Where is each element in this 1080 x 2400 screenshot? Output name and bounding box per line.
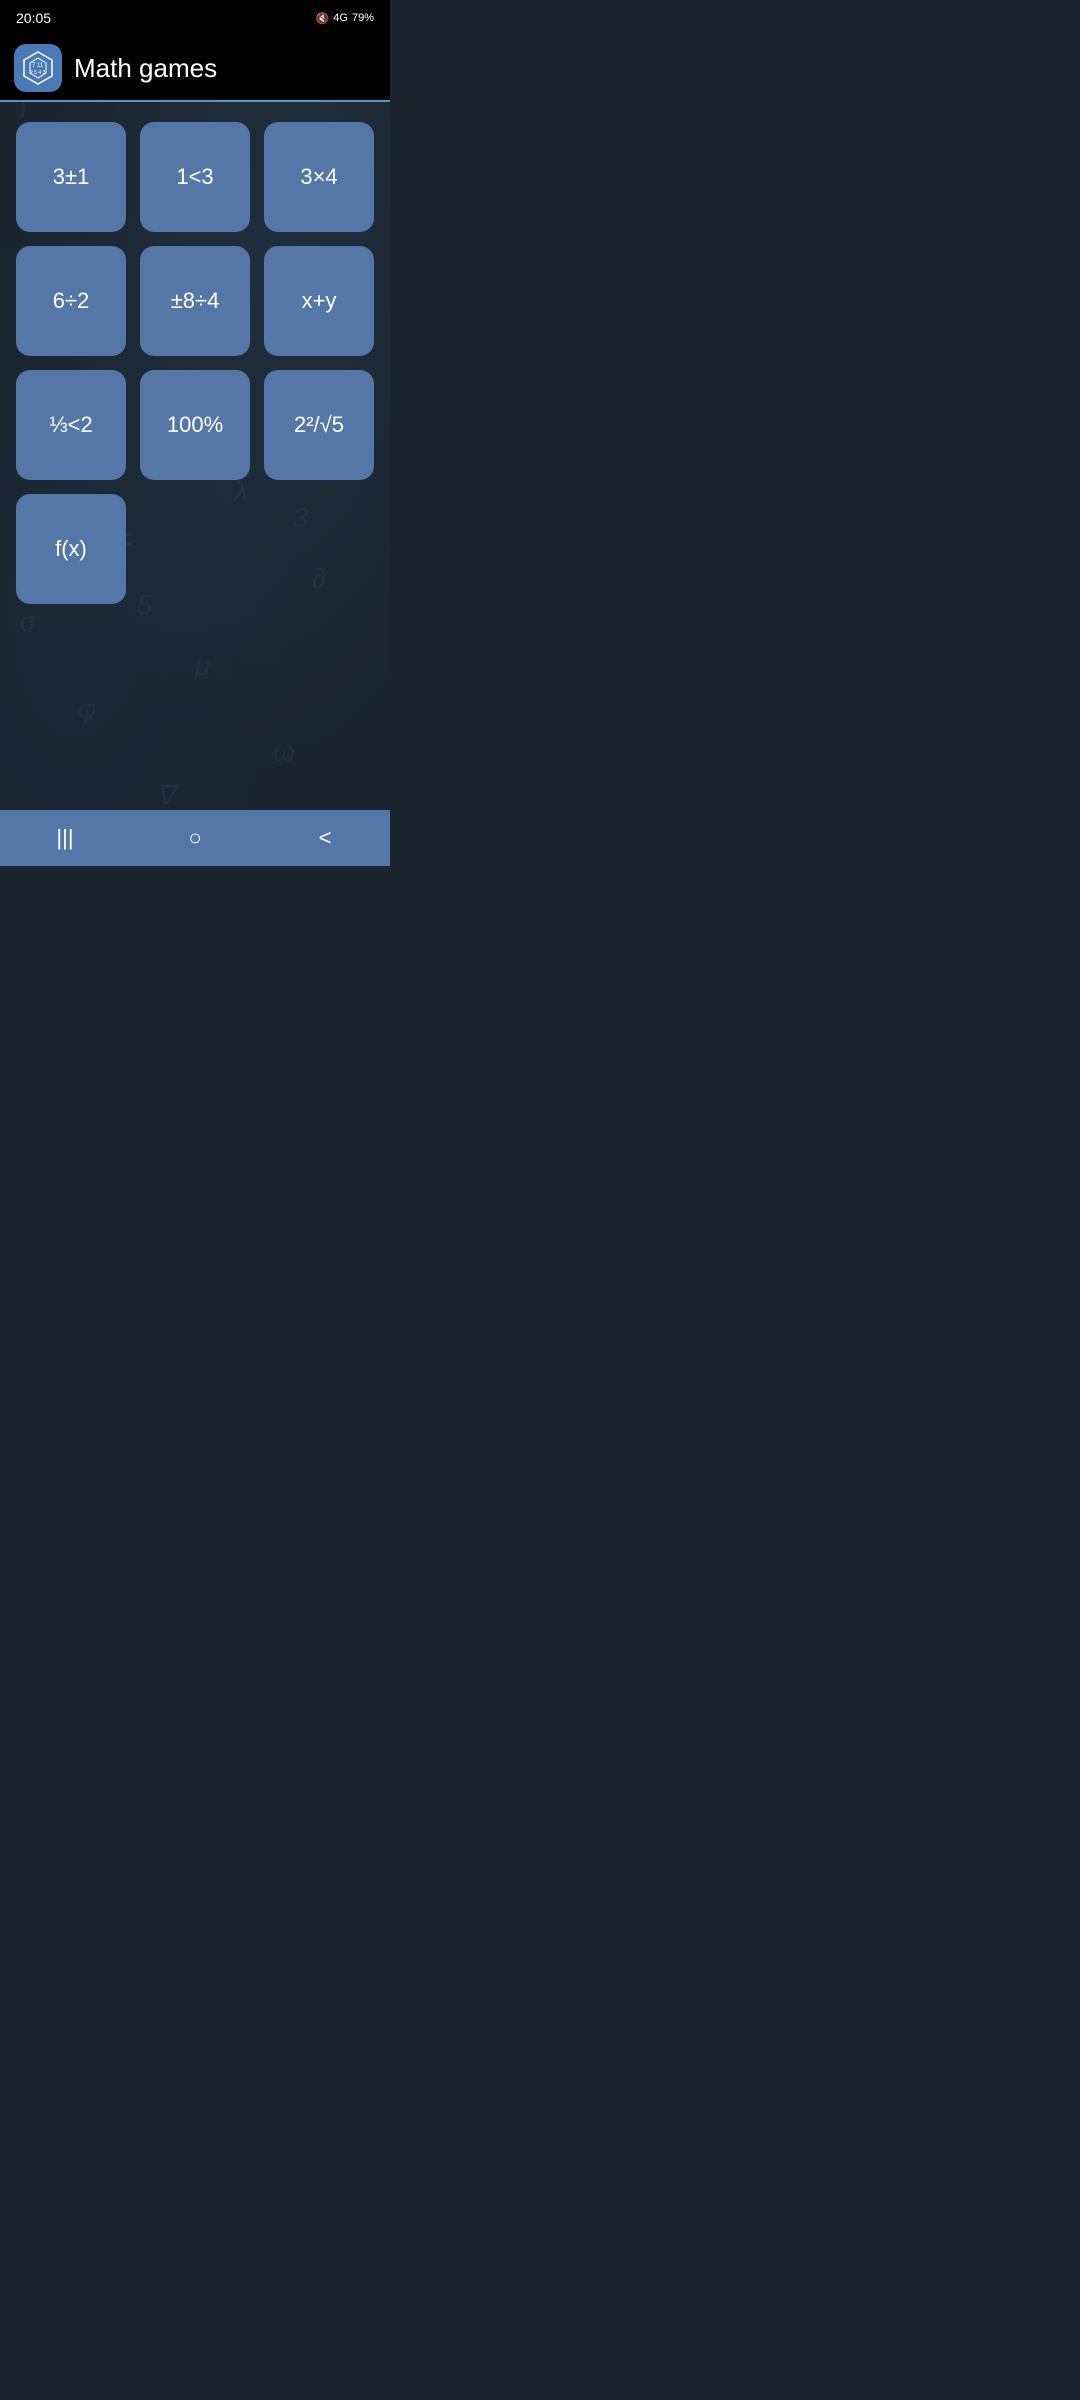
- card-multiply-label: 3×4: [300, 164, 337, 190]
- mute-icon: 🔇: [316, 12, 330, 25]
- svg-text:2 5 4 3: 2 5 4 3: [30, 70, 46, 76]
- card-multiply-card[interactable]: 3×4: [264, 122, 374, 232]
- card-pm-divide-card[interactable]: ±8÷4: [140, 246, 250, 356]
- svg-text:7 11: 7 11: [32, 63, 44, 69]
- card-percent-label: 100%: [167, 412, 223, 438]
- card-function-label: f(x): [55, 536, 87, 562]
- status-bar: 20:05 🔇 4G 79%: [0, 0, 390, 36]
- app-icon: 7 11 2 5 4 3: [14, 44, 62, 92]
- card-plus-minus-label: 3±1: [53, 164, 90, 190]
- card-fraction-card[interactable]: ⅓<2: [16, 370, 126, 480]
- card-fraction-label: ⅓<2: [49, 412, 92, 438]
- recent-apps-button[interactable]: |||: [35, 820, 95, 856]
- signal-label: 4G: [333, 12, 348, 24]
- main-content: 3±1 1<3 3×4 6÷2 ±8÷4 x+y ⅓<2 100% 2²/√5 f(x): [0, 102, 390, 810]
- card-divide-card[interactable]: 6÷2: [16, 246, 126, 356]
- card-less-than-card[interactable]: 1<3: [140, 122, 250, 232]
- app-title: Math games: [74, 53, 217, 84]
- card-function-card[interactable]: f(x): [16, 494, 126, 604]
- status-time: 20:05: [16, 10, 51, 26]
- back-button[interactable]: <: [295, 820, 355, 856]
- battery-label: 79%: [352, 12, 374, 24]
- card-power-root-card[interactable]: 2²/√5: [264, 370, 374, 480]
- card-percent-card[interactable]: 100%: [140, 370, 250, 480]
- card-plus-minus-card[interactable]: 3±1: [16, 122, 126, 232]
- card-less-than-label: 1<3: [176, 164, 213, 190]
- status-icons: 🔇 4G 79%: [316, 12, 374, 25]
- app-header: 7 11 2 5 4 3 Math games: [0, 36, 390, 102]
- home-button[interactable]: ○: [165, 820, 225, 856]
- game-grid: 3±1 1<3 3×4 6÷2 ±8÷4 x+y ⅓<2 100% 2²/√5 f(x): [16, 122, 374, 604]
- card-divide-label: 6÷2: [53, 288, 90, 314]
- card-pm-divide-label: ±8÷4: [171, 288, 220, 314]
- card-power-root-label: 2²/√5: [294, 412, 344, 438]
- card-algebra-label: x+y: [302, 288, 337, 314]
- nav-bar: ||| ○ <: [0, 810, 390, 866]
- card-algebra-card[interactable]: x+y: [264, 246, 374, 356]
